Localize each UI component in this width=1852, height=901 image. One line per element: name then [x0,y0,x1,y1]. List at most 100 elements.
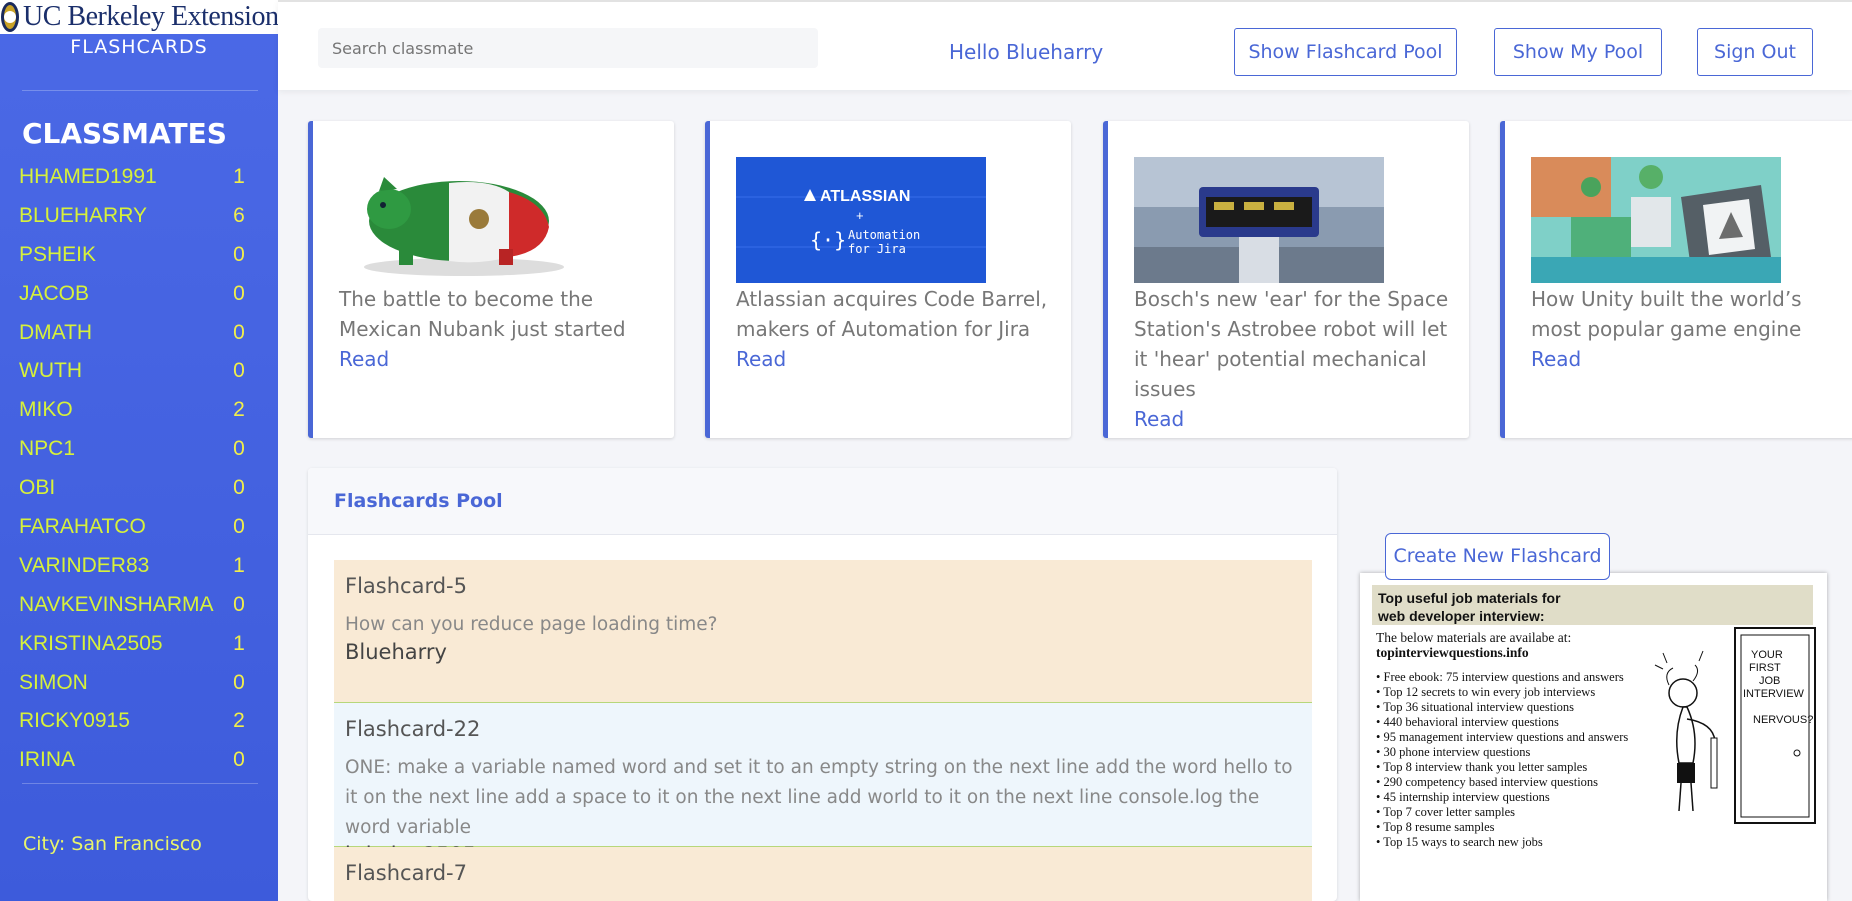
news-card: The battle to become the Mexican Nubank … [308,121,674,438]
job-materials-ad[interactable]: Top useful job materials for web develop… [1360,573,1827,901]
classmate-name: JACOB [19,281,90,305]
classmate-name: NPC1 [19,437,76,461]
classmate-item[interactable]: MIKO 2 [19,393,249,432]
classmate-item[interactable]: BLUEHARRY 6 [19,199,249,238]
classmate-card-count: 0 [233,242,245,266]
classmates-list: HHAMED1991 1 BLUEHARRY 6 PSHEIK 0 JACOB 0 DMATH 0… [19,160,249,782]
read-link[interactable]: Read [1531,344,1851,374]
ad-list-item: • Top 36 situational interview questions [1376,700,1575,714]
flashcard-title: Flashcard-22 [345,717,481,741]
ad-list-item: • Top 15 ways to search new jobs [1376,835,1543,849]
ad-list-item: • 95 management interview questions and … [1376,730,1629,744]
flashcard[interactable]: Flashcard-22 ONE: make a variable named … [334,703,1312,867]
ad-list-item: • Free ebook: 75 interview questions and… [1376,670,1624,684]
classmate-name: SIMON [19,670,88,694]
flashcards-pool-panel: Flashcards Pool Flashcard-5 How can you … [308,468,1337,901]
classmate-card-count: 1 [233,631,245,655]
classmate-item[interactable]: KRISTINA2505 1 [19,627,249,666]
flashcard[interactable]: Flashcard-5 How can you reduce page load… [334,560,1312,703]
classmate-item[interactable]: WUTH 0 [19,354,249,393]
classmate-item[interactable]: DMATH 0 [19,316,249,355]
classmate-card-count: 2 [233,398,245,422]
automation-text: Automation [848,228,920,242]
ad-list-item: • 440 behavioral interview questions [1376,715,1559,729]
divider [22,783,258,784]
ad-list-item: • 30 phone interview questions [1376,745,1531,759]
flashcard-question: ONE: make a variable named word and set … [345,757,1293,838]
app-name: FLASHCARDS [70,36,208,58]
classmate-card-count: 0 [233,476,245,500]
ad-list-item: • 290 competency based interview questio… [1376,775,1599,789]
show-my-pool-button[interactable]: Show My Pool [1494,28,1662,76]
classmate-name: VARINDER83 [19,553,150,577]
for-jira-text: for Jira [848,242,906,256]
classmate-item[interactable]: HHAMED1991 1 [19,160,249,199]
classmate-item[interactable]: SIMON 0 [19,666,249,705]
sidebar: UC Berkeley Extension FLASHCARDS CLASSMA… [0,0,279,901]
classmate-card-count: 2 [233,709,245,733]
read-link[interactable]: Read [736,344,1056,374]
svg-text:{·}: {·} [810,228,846,252]
divider [22,90,258,91]
classmate-name: WUTH [19,359,82,383]
classmate-card-count: 0 [233,359,245,383]
flashcard-title: Flashcard-7 [345,861,467,885]
classmate-name: IRINA [19,748,76,772]
sign-line-2: FIRST [1749,662,1781,674]
news-thumbnail: ATLASSIAN + {·} Automation for Jira [736,157,986,283]
classmate-item[interactable]: OBI 0 [19,471,249,510]
classmate-card-count: 0 [233,592,245,616]
classmate-card-count: 0 [233,320,245,344]
classmate-name: FARAHATCO [19,515,146,539]
ad-list-item: • Top 8 resume samples [1376,820,1495,834]
sign-line-1: YOUR [1751,649,1783,661]
flashcard[interactable]: Flashcard-7 [334,847,1312,901]
ad-list-item: • 45 internship interview questions [1376,790,1550,804]
classmate-item[interactable]: IRINA 0 [19,743,249,782]
classmate-item[interactable]: FARAHATCO 0 [19,510,249,549]
classmate-item[interactable]: PSHEIK 0 [19,238,249,277]
classmate-name: KRISTINA2505 [19,631,163,655]
create-new-flashcard-button[interactable]: Create New Flashcard [1385,533,1610,580]
classmate-item[interactable]: VARINDER83 1 [19,549,249,588]
news-title: Bosch's new 'ear' for the Space Station'… [1134,287,1449,401]
news-card: ATLASSIAN + {·} Automation for Jira Atla… [705,121,1071,438]
news-title: Atlassian acquires Code Barrel, makers o… [736,287,1048,341]
news-thumbnail [1531,157,1781,283]
classmate-item[interactable]: JACOB 0 [19,277,249,316]
news-thumbnail [1134,157,1384,283]
top-header: Hello Blueharry Show Flashcard Pool Show… [278,0,1852,90]
flashcard-author: Blueharry [345,640,447,664]
pool-title: Flashcards Pool [308,468,1337,535]
classmate-card-count: 0 [233,748,245,772]
classmate-item[interactable]: NAVKEVINSHARMA 0 [19,588,249,627]
search-classmate-input[interactable] [318,28,818,68]
sign-out-button[interactable]: Sign Out [1697,28,1813,76]
classmates-title: CLASSMATES [22,117,227,150]
read-link[interactable]: Read [339,344,659,374]
flashcard-question: How can you reduce page loading time? [345,614,718,635]
ad-list-item: • Top 12 secrets to win every job interv… [1376,685,1596,699]
seal-icon [1,2,19,32]
read-link[interactable]: Read [1134,404,1454,434]
greeting-text: Hello Blueharry [949,40,1104,64]
classmate-item[interactable]: RICKY0915 2 [19,704,249,743]
classmate-name: DMATH [19,320,93,344]
uc-berkeley-logo[interactable]: UC Berkeley Extension [0,0,279,34]
classmate-name: OBI [19,476,56,500]
classmate-name: RICKY0915 [19,709,130,733]
show-flashcard-pool-button[interactable]: Show Flashcard Pool [1234,28,1457,76]
classmate-card-count: 1 [233,165,245,188]
classmate-name: HHAMED1991 [19,165,157,188]
classmate-name: MIKO [19,398,73,422]
sign-line-3: JOB [1759,675,1780,687]
classmate-card-count: 0 [233,437,245,461]
classmate-card-count: 0 [233,670,245,694]
logo-text: UC Berkeley Extension [23,1,279,32]
ad-list-item: • Top 7 cover letter samples [1376,805,1515,819]
sign-line-5: NERVOUS? [1753,714,1813,726]
classmate-card-count: 0 [233,515,245,539]
classmate-card-count: 1 [233,553,245,577]
classmate-item[interactable]: NPC1 0 [19,432,249,471]
news-title: How Unity built the world’s most popular… [1531,287,1802,341]
